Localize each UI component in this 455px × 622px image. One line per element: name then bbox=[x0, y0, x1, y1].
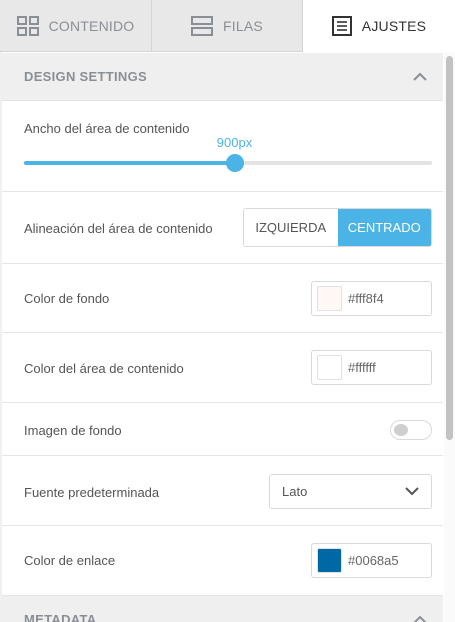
alignment-segmented-control: IZQUIERDA CENTRADO bbox=[243, 208, 432, 247]
design-settings-title: DESIGN SETTINGS bbox=[24, 69, 147, 84]
alignment-label: Alineación del área de contenido bbox=[24, 221, 213, 236]
background-image-label: Imagen de fondo bbox=[24, 423, 122, 438]
background-color-label: Color de fondo bbox=[24, 291, 110, 306]
rows-icon bbox=[191, 15, 214, 36]
tab-ajustes-label: AJUSTES bbox=[361, 18, 427, 34]
content-width-row: Ancho del área de contenido 900px bbox=[2, 101, 443, 192]
tab-filas-label: FILAS bbox=[223, 17, 263, 34]
link-color-label: Color de enlace bbox=[24, 553, 116, 568]
link-color-value: #0068a5 bbox=[348, 553, 399, 568]
settings-panel: CONTENIDO FILAS AJUSTES DESIGN SETTINGS … bbox=[0, 0, 455, 622]
content-color-swatch[interactable] bbox=[317, 355, 342, 380]
link-color-row: Color de enlace #0068a5 bbox=[2, 526, 443, 596]
link-color-field[interactable]: #0068a5 bbox=[311, 543, 432, 578]
align-center-button[interactable]: CENTRADO bbox=[337, 209, 431, 246]
tab-filas[interactable]: FILAS bbox=[152, 0, 303, 52]
background-color-row: Color de fondo #fff8f4 bbox=[2, 264, 443, 333]
background-image-toggle[interactable] bbox=[390, 420, 432, 440]
background-color-value: #fff8f4 bbox=[348, 291, 384, 306]
scrollbar-thumb[interactable] bbox=[446, 56, 453, 440]
content-color-value: #ffffff bbox=[348, 360, 376, 375]
metadata-header[interactable]: METADATA bbox=[2, 596, 443, 622]
chevron-up-icon[interactable] bbox=[413, 613, 427, 622]
content-color-row: Color del área de contenido #ffffff bbox=[2, 333, 443, 403]
content-width-label: Ancho del área de contenido bbox=[24, 121, 190, 136]
grid-icon bbox=[16, 15, 39, 36]
tab-contenido-label: CONTENIDO bbox=[48, 17, 135, 34]
tab-bar: CONTENIDO FILAS AJUSTES bbox=[0, 0, 455, 52]
content-color-field[interactable]: #ffffff bbox=[311, 350, 432, 385]
slider-handle[interactable] bbox=[225, 154, 244, 172]
tab-ajustes[interactable]: AJUSTES bbox=[303, 0, 455, 52]
chevron-down-icon bbox=[405, 484, 419, 499]
alignment-row: Alineación del área de contenido IZQUIER… bbox=[2, 192, 443, 264]
default-font-label: Fuente predeterminada bbox=[24, 485, 160, 500]
background-color-swatch[interactable] bbox=[317, 286, 342, 311]
background-image-row: Imagen de fondo bbox=[2, 403, 443, 456]
slider-fill bbox=[24, 161, 235, 165]
settings-page-icon bbox=[331, 16, 352, 36]
align-left-button[interactable]: IZQUIERDA bbox=[244, 209, 338, 246]
design-settings-header[interactable]: DESIGN SETTINGS bbox=[2, 53, 443, 101]
tab-contenido[interactable]: CONTENIDO bbox=[0, 0, 152, 52]
chevron-up-icon[interactable] bbox=[413, 70, 427, 84]
link-color-swatch[interactable] bbox=[317, 548, 342, 573]
metadata-title: METADATA bbox=[24, 612, 97, 622]
default-font-row: Fuente predeterminada Lato bbox=[2, 456, 443, 526]
background-color-field[interactable]: #fff8f4 bbox=[311, 281, 432, 316]
content-color-label: Color del área de contenido bbox=[24, 361, 184, 376]
toggle-knob bbox=[394, 424, 408, 436]
font-select-value: Lato bbox=[282, 484, 308, 499]
slider-value: 900px bbox=[216, 135, 253, 150]
font-select[interactable]: Lato bbox=[269, 474, 432, 509]
